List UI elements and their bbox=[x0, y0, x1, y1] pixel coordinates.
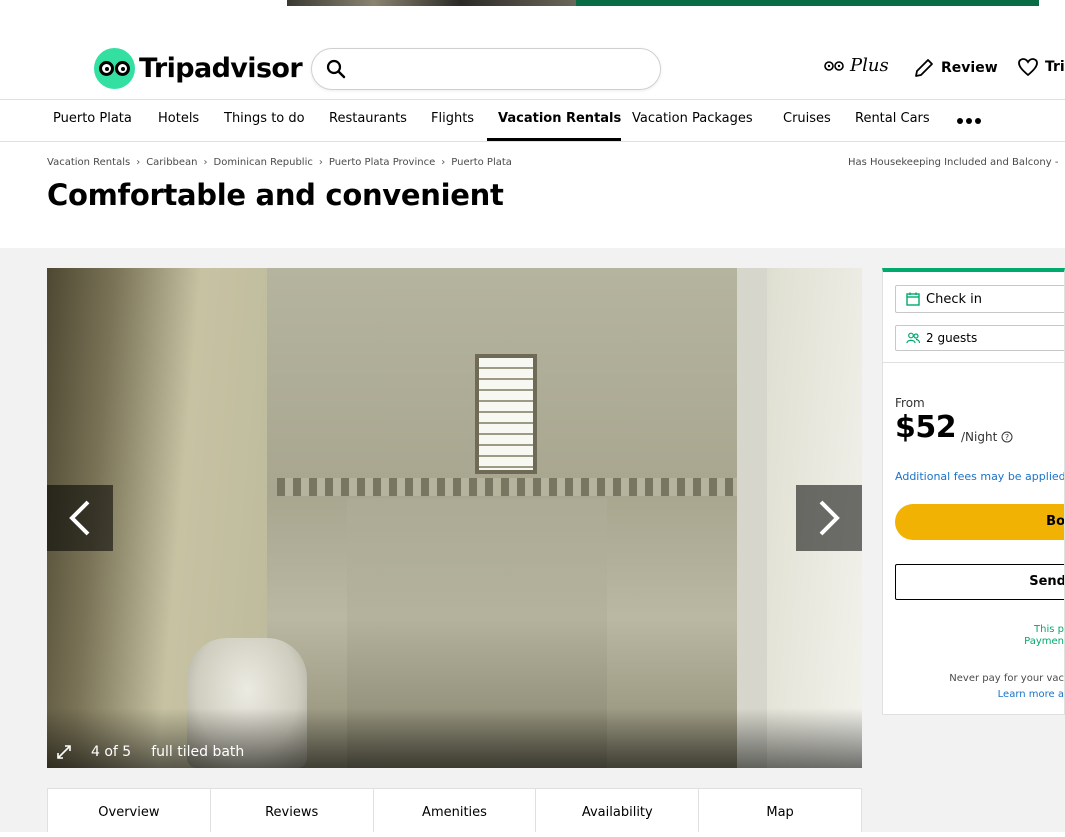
breadcrumb-item[interactable]: Puerto Plata bbox=[451, 157, 512, 168]
chevron-left-icon bbox=[69, 500, 90, 536]
next-photo-button[interactable] bbox=[796, 485, 862, 551]
breadcrumb-item[interactable]: Vacation Rentals bbox=[47, 157, 130, 168]
plus-link[interactable]: Plus bbox=[824, 55, 889, 76]
nav-item-things-to-do[interactable]: Things to do bbox=[224, 111, 305, 126]
learn-more-link[interactable]: Learn more a bbox=[949, 687, 1064, 703]
breadcrumb-item[interactable]: Puerto Plata Province bbox=[329, 157, 435, 168]
protect-line-1: This p bbox=[1034, 624, 1064, 635]
per-night-text: /Night bbox=[961, 430, 998, 444]
send-inquiry-button[interactable]: Send bbox=[895, 564, 1064, 600]
guests-field[interactable]: 2 guests bbox=[895, 325, 1064, 351]
chevron-right-icon: › bbox=[136, 157, 141, 168]
breadcrumb-features: Has Housekeeping Included and Balcony - bbox=[848, 157, 1059, 168]
nav-item-rental-cars[interactable]: Rental Cars bbox=[855, 111, 930, 126]
chevron-right-icon: › bbox=[318, 157, 323, 168]
nightly-price: $52 bbox=[895, 410, 957, 445]
photo-counter: 4 of 5 bbox=[91, 744, 132, 760]
chevron-right-icon: › bbox=[203, 157, 208, 168]
active-tab-underline bbox=[487, 138, 621, 141]
from-label: From bbox=[895, 396, 925, 410]
nav-item-puerto-plata[interactable]: Puerto Plata bbox=[53, 111, 132, 126]
heart-icon bbox=[1018, 58, 1038, 77]
check-in-field[interactable]: Check in bbox=[895, 285, 1064, 313]
trips-label: Trips bbox=[1045, 59, 1065, 75]
owl-icon bbox=[94, 48, 135, 89]
main-nav: Puerto Plata Hotels Things to do Restaur… bbox=[0, 100, 1065, 142]
chevron-right-icon: › bbox=[441, 157, 446, 168]
nav-item-flights[interactable]: Flights bbox=[431, 111, 474, 126]
logo-text: Tripadvisor bbox=[139, 53, 303, 84]
search-icon bbox=[326, 59, 346, 79]
trips-link[interactable]: Trips bbox=[1017, 57, 1065, 77]
previous-photo-button[interactable] bbox=[47, 485, 113, 551]
book-button[interactable]: Bo bbox=[895, 504, 1064, 540]
protect-line-2: Paymen bbox=[1024, 636, 1064, 647]
never-pay-text: Never pay for your vac bbox=[949, 673, 1064, 684]
tab-amenities[interactable]: Amenities bbox=[374, 789, 537, 832]
per-night-label: /Night ? bbox=[961, 430, 1013, 444]
tab-overview[interactable]: Overview bbox=[48, 789, 211, 832]
ad-banner[interactable] bbox=[287, 0, 1039, 6]
check-in-label: Check in bbox=[926, 291, 982, 307]
photo-caption: 4 of 5 full tiled bath bbox=[57, 744, 244, 760]
booking-panel: Check in 2 guests From $52 /Night ? Addi… bbox=[882, 268, 1065, 715]
tripadvisor-logo[interactable]: Tripadvisor bbox=[94, 48, 303, 89]
people-icon bbox=[906, 332, 920, 344]
nav-item-restaurants[interactable]: Restaurants bbox=[329, 111, 407, 126]
nav-item-vacation-rentals[interactable]: Vacation Rentals bbox=[498, 111, 621, 126]
info-icon[interactable]: ? bbox=[1001, 431, 1013, 443]
expand-icon[interactable] bbox=[57, 745, 71, 759]
review-label: Review bbox=[941, 60, 998, 76]
search-input[interactable] bbox=[362, 55, 647, 83]
calendar-icon bbox=[906, 292, 920, 306]
tab-map[interactable]: Map bbox=[699, 789, 861, 832]
photo-description: full tiled bath bbox=[151, 744, 245, 760]
tab-availability[interactable]: Availability bbox=[536, 789, 700, 832]
more-menu-icon[interactable] bbox=[957, 118, 981, 124]
plus-label: Plus bbox=[850, 55, 889, 76]
additional-fees-link[interactable]: Additional fees may be applied bbox=[895, 470, 1064, 483]
breadcrumb-item[interactable]: Dominican Republic bbox=[214, 157, 313, 168]
review-link[interactable]: Review bbox=[913, 57, 998, 79]
svg-text:?: ? bbox=[1005, 433, 1009, 442]
owl-glasses-icon bbox=[824, 60, 844, 71]
search-box[interactable] bbox=[311, 48, 661, 90]
tab-reviews[interactable]: Reviews bbox=[211, 789, 374, 832]
section-tabs: Overview Reviews Amenities Availability … bbox=[47, 788, 862, 832]
page-title: Comfortable and convenient bbox=[47, 178, 504, 212]
payment-protection-note: This p Paymen bbox=[1024, 624, 1064, 648]
nav-item-vacation-packages[interactable]: Vacation Packages bbox=[632, 111, 753, 126]
nav-item-cruises[interactable]: Cruises bbox=[783, 111, 831, 126]
chevron-right-icon bbox=[819, 500, 840, 536]
photo-gallery[interactable]: 4 of 5 full tiled bath bbox=[47, 268, 862, 768]
guests-label: 2 guests bbox=[926, 331, 978, 345]
breadcrumb: Vacation Rentals › Caribbean › Dominican… bbox=[47, 157, 512, 168]
breadcrumb-item[interactable]: Caribbean bbox=[146, 157, 197, 168]
never-pay-note: Never pay for your vac Learn more a bbox=[949, 671, 1064, 703]
pencil-icon bbox=[915, 59, 933, 77]
nav-item-hotels[interactable]: Hotels bbox=[158, 111, 199, 126]
